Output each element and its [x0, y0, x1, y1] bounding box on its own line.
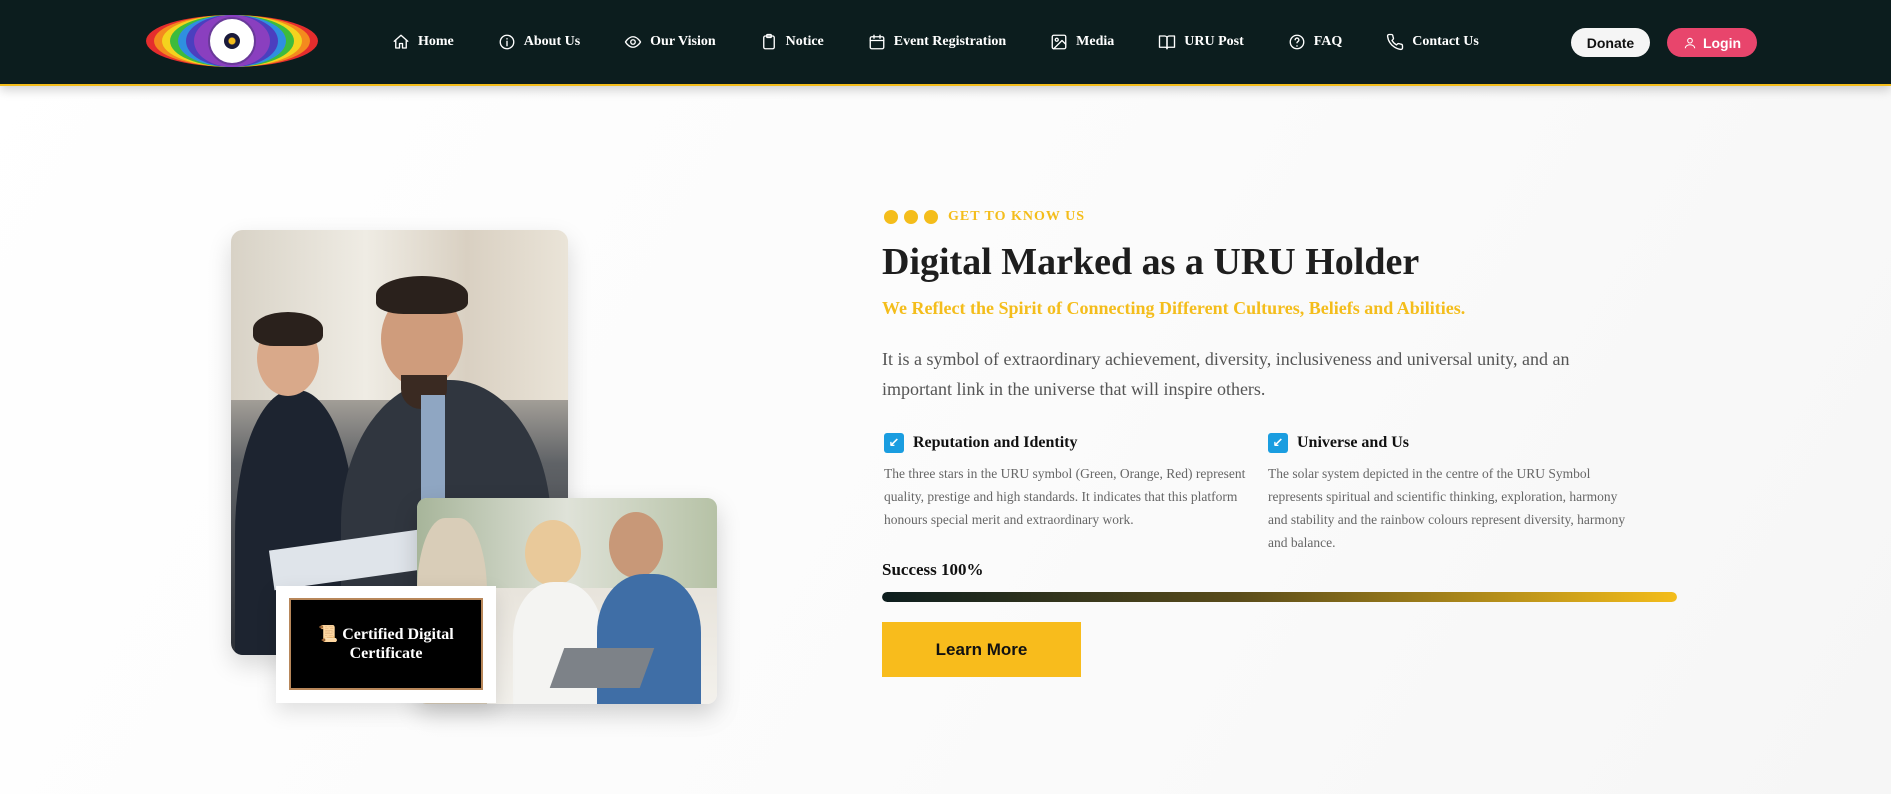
eyebrow-dot-icon	[924, 210, 938, 224]
nav-uru-post[interactable]: URU Post	[1158, 33, 1244, 51]
eyebrow-dot-icon	[884, 210, 898, 224]
feature-universe: ↙ Universe and Us The solar system depic…	[1268, 432, 1638, 554]
nav-about-us-label: About Us	[523, 34, 581, 49]
section-lead: It is a symbol of extraordinary achievem…	[882, 349, 1570, 399]
success-label: Success 100%	[882, 560, 984, 579]
clipboard-icon	[762, 33, 775, 50]
user-icon	[1684, 37, 1696, 48]
nav-media[interactable]: Media	[1050, 33, 1114, 51]
donate-button[interactable]: Donate	[1571, 28, 1650, 57]
certificate-card: 📜 Certified Digital Certificate	[276, 586, 496, 703]
success-progress-fill	[882, 592, 1677, 602]
info-icon	[499, 34, 515, 50]
nav-our-vision-label: Our Vision	[650, 34, 716, 49]
image-icon	[1051, 34, 1067, 50]
nav-about-us[interactable]: About Us	[498, 33, 580, 51]
nav-home[interactable]: Home	[392, 33, 454, 51]
nav-contact-us[interactable]: Contact Us	[1386, 33, 1479, 51]
nav-notice[interactable]: Notice	[760, 33, 824, 51]
site-header: Home About Us Our Vision Notice Event Re…	[0, 0, 1891, 86]
nav-notice-label: Notice	[785, 34, 824, 49]
success-progress-bar	[882, 592, 1677, 602]
nav-faq-label: FAQ	[1313, 34, 1343, 49]
checkbox-arrow-icon: ↙	[884, 433, 904, 453]
main-nav: Home About Us Our Vision Notice Event Re…	[392, 30, 1479, 54]
feature-text: The solar system depicted in the centre …	[1268, 466, 1626, 550]
nav-event-registration-label: Event Registration	[893, 34, 1007, 49]
eyebrow-dot-icon	[904, 210, 918, 224]
feature-text: The three stars in the URU symbol (Green…	[884, 466, 1246, 527]
eyebrow-text: GET TO KNOW US	[948, 209, 1086, 224]
feature-reputation: ↙ Reputation and Identity The three star…	[884, 432, 1254, 531]
checkbox-arrow-icon: ↙	[1268, 433, 1288, 453]
nav-media-label: Media	[1076, 34, 1115, 49]
nav-faq[interactable]: FAQ	[1288, 33, 1343, 51]
home-icon	[393, 34, 409, 49]
certificate-label: 📜 Certified Digital Certificate	[289, 598, 483, 690]
section-subtitle: We Reflect the Spirit of Connecting Diff…	[882, 298, 1466, 318]
section-eyebrow: GET TO KNOW US	[884, 209, 1085, 225]
nav-uru-post-label: URU Post	[1184, 34, 1244, 49]
login-button-label: Login	[1702, 34, 1742, 51]
feature-title: Reputation and Identity	[913, 434, 1078, 451]
help-circle-icon	[1289, 34, 1305, 50]
nav-contact-us-label: Contact Us	[1412, 34, 1479, 49]
feature-title: Universe and Us	[1297, 434, 1410, 451]
uru-emblem-icon	[208, 17, 256, 65]
book-icon	[1159, 35, 1176, 50]
uru-rainbow-logo[interactable]	[146, 15, 318, 67]
eye-icon	[624, 36, 642, 48]
calendar-icon	[869, 34, 885, 50]
phone-icon	[1387, 33, 1404, 51]
nav-home-label: Home	[418, 34, 454, 49]
learn-more-button[interactable]: Learn More	[882, 622, 1081, 677]
nav-our-vision[interactable]: Our Vision	[624, 33, 716, 51]
nav-event-registration[interactable]: Event Registration	[868, 33, 1006, 51]
login-button[interactable]: Login	[1667, 28, 1757, 57]
section-title: Digital Marked as a URU Holder	[882, 241, 1420, 283]
